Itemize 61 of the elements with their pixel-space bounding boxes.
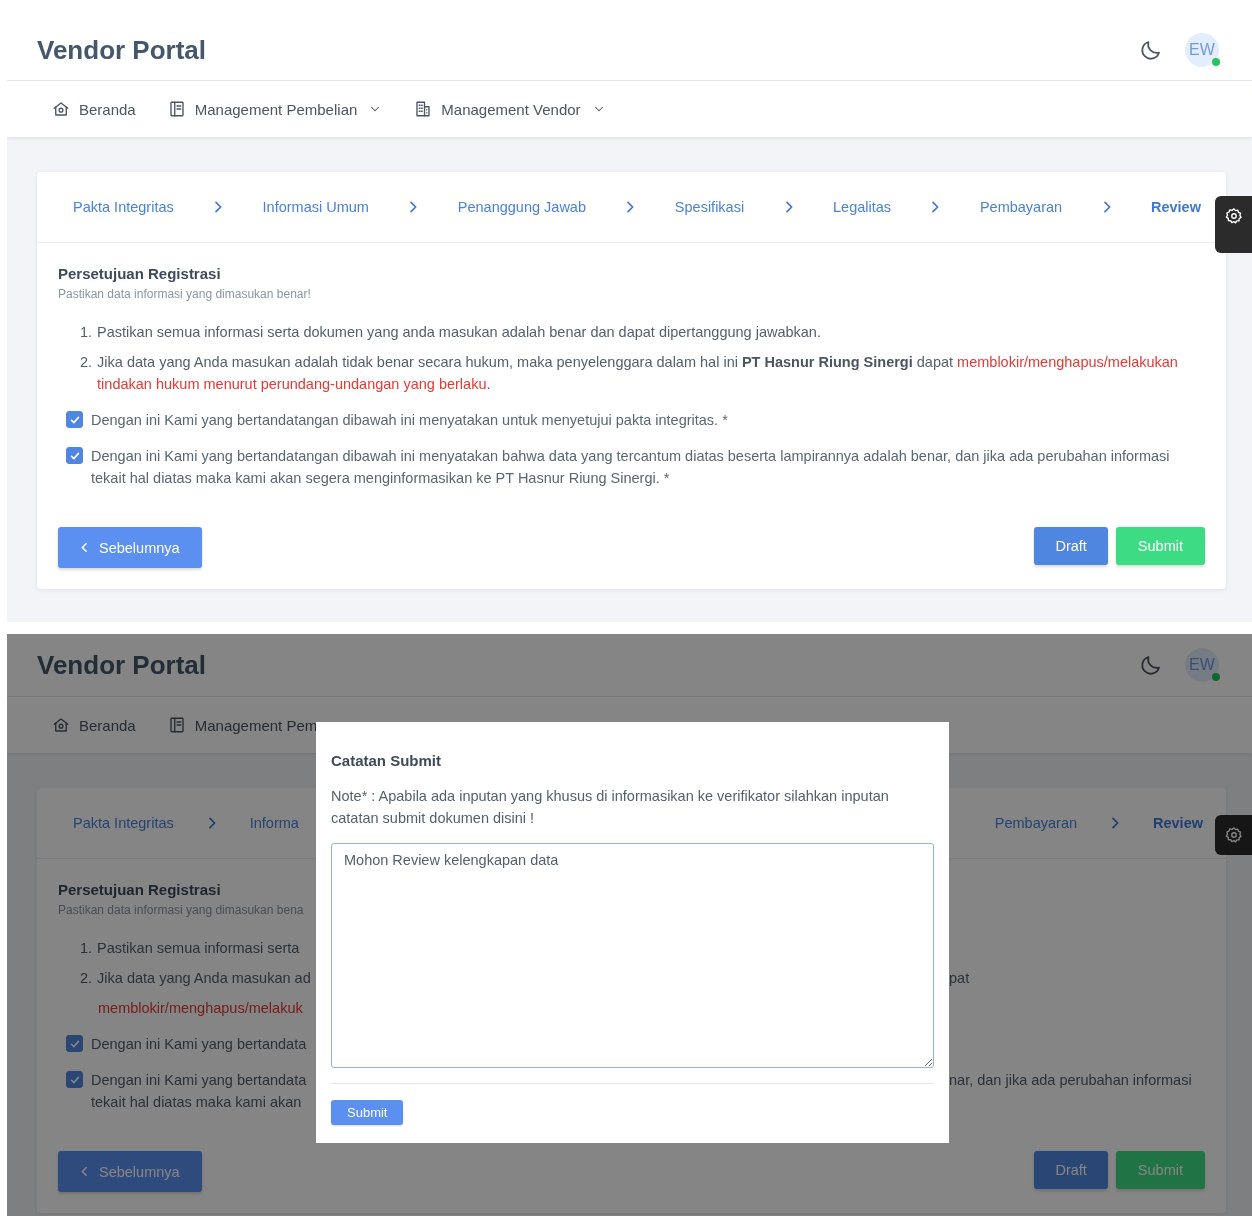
moon-icon	[1139, 653, 1163, 677]
terms-text: Dengan ini Kami yang bertandata	[91, 1035, 307, 1054]
nav-item[interactable]: Management Pem	[167, 716, 318, 734]
nav-item[interactable]: Beranda	[52, 716, 136, 734]
checkbox[interactable]	[66, 447, 83, 464]
list-number: 1.	[80, 323, 93, 342]
draft-button[interactable]: Draft	[1034, 527, 1108, 565]
agreement-label: Dengan ini Kami yang bertandatangan dibawah ini menyatakan untuk menyetujui pakta integritas. *	[91, 411, 728, 430]
terms-text: pat	[949, 969, 971, 988]
moon-icon	[1139, 38, 1163, 62]
step-tab[interactable]: Pakta Integritas	[73, 815, 174, 831]
house-icon	[52, 100, 70, 118]
house-icon	[52, 716, 70, 734]
step-tab[interactable]: Pakta Integritas	[73, 199, 174, 215]
draft-button[interactable]: Draft	[1034, 1151, 1108, 1189]
step-tab[interactable]: Pembayaran	[994, 815, 1077, 831]
terms-text: Dengan ini Kami yang bertandata	[91, 1071, 307, 1090]
document-icon	[167, 100, 186, 118]
terms-text: nar, dan jika ada perubahan informasi	[949, 1071, 1193, 1090]
section-title: Persetujuan Registrasi	[58, 881, 222, 898]
checkbox[interactable]	[66, 411, 83, 428]
terms-text: Jika data yang Anda masukan ad	[97, 969, 311, 988]
dialog-title: Catatan Submit	[331, 752, 442, 769]
section-subtitle: Pastikan data informasi yang dimasukan benar!	[58, 287, 312, 301]
document-icon	[167, 716, 186, 734]
list-number: 2.	[80, 353, 93, 372]
agreement-label: Dengan ini Kami yang bertandatangan dibawah ini menyatakan bahwa data yang tercantum diatas beserta lampirannya adalah benar, dan jika ada perubahan informasi tekait hal diatas maka kami akan segera menginformasikan ke PT Hasnur Riung Sinergi. *	[91, 447, 1171, 488]
nav-item[interactable]: Management Pembelian	[167, 100, 383, 118]
app-title: Vendor Portal	[37, 649, 207, 681]
checkbox[interactable]	[66, 1071, 83, 1088]
dialog-note: Note* : Apabila ada inputan yang khusus di informasikan ke verifikator silahkan inputan catatan submit dokumen disini !	[331, 787, 890, 828]
settings-button[interactable]	[1215, 196, 1252, 253]
step-tab[interactable]: Legalitas	[833, 199, 892, 215]
note-input[interactable]: Mohon Review kelengkapan data	[331, 843, 934, 1068]
settings-icon	[1224, 826, 1243, 844]
terms-text: Jika data yang Anda masukan adalah tidak benar secara hukum, maka penyelenggara dalam hal ini PT Hasnur Riung Sinergi dapat memblokir/menghapus/melakukan tindakan hukum menurut perundang-undangan yang berlaku.	[97, 353, 1179, 394]
app-title: Vendor Portal	[37, 34, 207, 66]
terms-text: tekait hal diatas maka kami akan	[91, 1093, 302, 1112]
section-title: Persetujuan Registrasi	[58, 265, 222, 282]
step-tab[interactable]: Penanggung Jawab	[457, 199, 586, 215]
list-number: 2.	[80, 969, 93, 988]
step-tab[interactable]: Informasi Umum	[262, 199, 369, 215]
section-subtitle: Pastikan data informasi yang dimasukan bena	[58, 903, 305, 917]
previous-button[interactable]: Sebelumnya	[58, 527, 202, 568]
building-icon	[414, 100, 433, 118]
step-tab[interactable]: Review	[1150, 199, 1201, 215]
settings-icon	[1224, 207, 1243, 225]
checkbox[interactable]	[66, 1035, 83, 1052]
step-tab[interactable]: Review	[1153, 815, 1203, 831]
step-tab[interactable]: Spesifikasi	[674, 199, 745, 215]
submit-button[interactable]: Submit	[331, 1100, 404, 1125]
nav-item[interactable]: Beranda	[52, 100, 136, 118]
list-number: 1.	[80, 939, 93, 958]
previous-button[interactable]: Sebelumnya	[58, 1151, 202, 1192]
nav-item[interactable]: Management Vendor	[414, 100, 606, 118]
step-tab[interactable]: Pembayaran	[979, 199, 1063, 215]
step-tab[interactable]: Informa	[249, 815, 299, 831]
avatar[interactable]: EW	[1185, 33, 1219, 67]
terms-text: memblokir/menghapus/melakuk	[98, 999, 303, 1018]
terms-text: Pastikan semua informasi serta dokumen yang anda masukan adalah benar dan dapat dipertanggung jawabkan.	[97, 323, 821, 342]
terms-text: Pastikan semua informasi serta	[97, 939, 300, 958]
